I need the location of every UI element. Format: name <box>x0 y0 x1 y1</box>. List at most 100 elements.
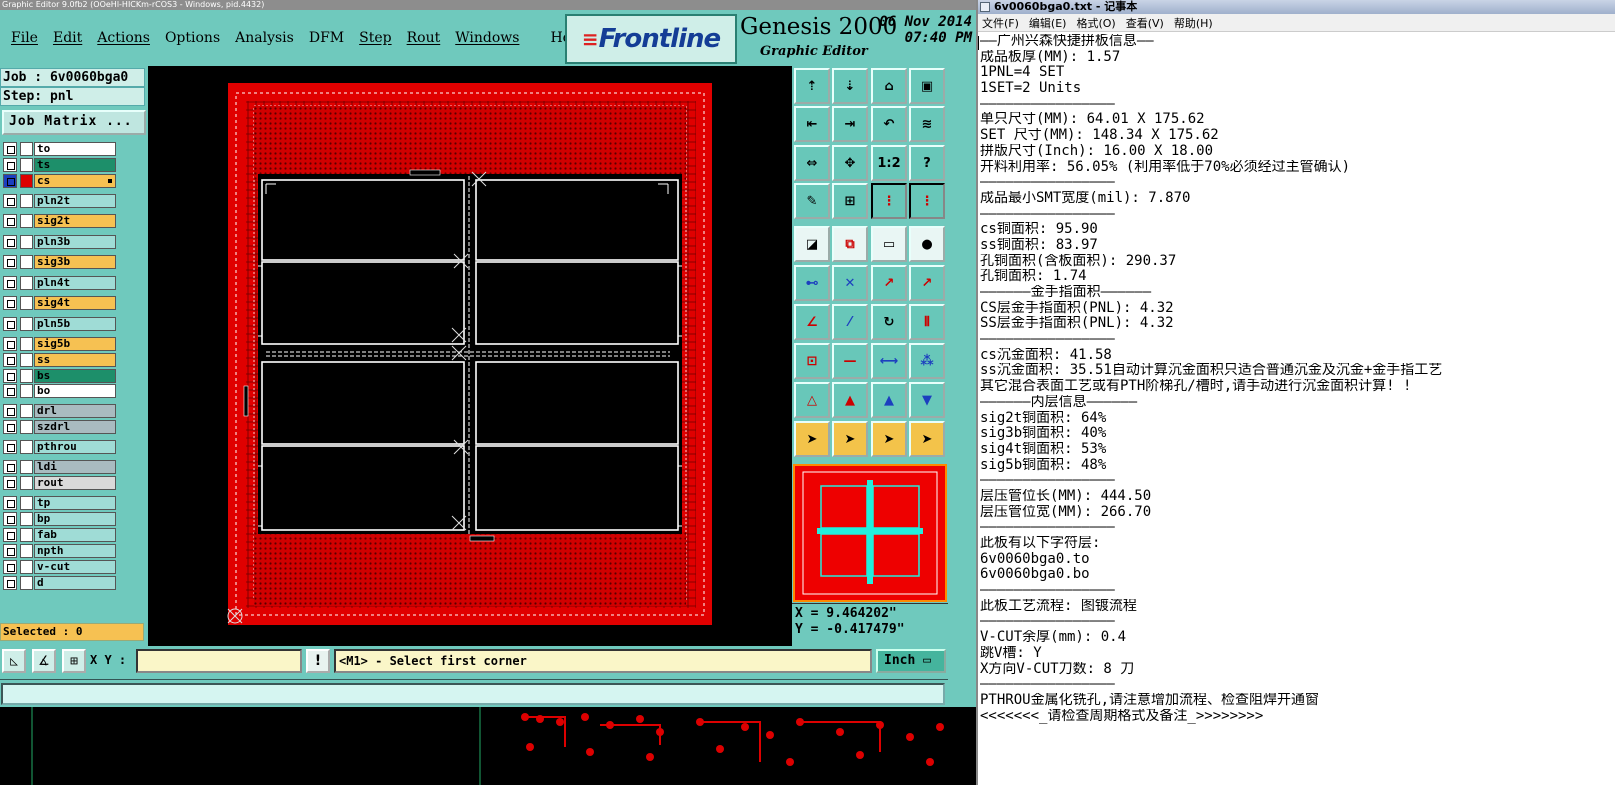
layer-name[interactable]: sig5b <box>34 337 116 351</box>
layer-checkbox[interactable] <box>3 174 17 188</box>
layer-row[interactable]: cs <box>0 173 118 189</box>
layer-checkbox[interactable] <box>3 512 17 526</box>
traffic-light-icon[interactable]: ⋮ <box>871 183 907 219</box>
layer-row[interactable]: to <box>0 141 118 157</box>
layer-affect-toggle[interactable] <box>20 420 33 434</box>
layer-checkbox[interactable] <box>3 404 17 418</box>
layer-checkbox[interactable] <box>3 576 17 590</box>
layer-name[interactable]: d <box>34 576 116 590</box>
layer-affect-toggle[interactable] <box>20 214 33 228</box>
layer-name[interactable]: sig4t <box>34 296 116 310</box>
layer-affect-toggle[interactable] <box>20 174 33 188</box>
layer-checkbox[interactable] <box>3 544 17 558</box>
layer-row[interactable]: tp <box>0 495 118 511</box>
layer-checkbox[interactable] <box>3 158 17 172</box>
delete-icon[interactable]: ✕ <box>832 265 868 301</box>
layer-affect-toggle[interactable] <box>20 255 33 269</box>
layer-name[interactable]: sig3b <box>34 255 116 269</box>
layer-affect-toggle[interactable] <box>20 142 33 156</box>
layer-affect-toggle[interactable] <box>20 476 33 490</box>
layer-checkbox[interactable] <box>3 528 17 542</box>
menu-dfm[interactable]: DFM <box>309 30 344 46</box>
layer-checkbox[interactable] <box>3 214 17 228</box>
layer-row[interactable]: pthrou <box>0 439 118 455</box>
traffic-light-alt-icon[interactable]: ⋮ <box>909 183 945 219</box>
layer-affect-toggle[interactable] <box>20 337 33 351</box>
layer-affect-toggle[interactable] <box>20 296 33 310</box>
np-menu-format[interactable]: 格式(O) <box>1076 15 1115 31</box>
layer-checkbox[interactable] <box>3 369 17 383</box>
layer-name[interactable]: pln4t <box>34 276 116 290</box>
layer-checkbox[interactable] <box>3 194 17 208</box>
menu-options[interactable]: Options <box>165 30 220 46</box>
layer-row[interactable]: sig5b <box>0 336 118 352</box>
distance-icon[interactable]: ⟷ <box>871 343 907 379</box>
layer-affect-toggle[interactable] <box>20 317 33 331</box>
layer-affect-toggle[interactable] <box>20 528 33 542</box>
mirror-icon[interactable]: ⫴ <box>909 304 945 340</box>
layer-row[interactable]: bo <box>0 383 118 399</box>
layer-name[interactable]: ldi <box>34 460 116 474</box>
menu-analysis[interactable]: Analysis <box>235 30 294 46</box>
np-menu-file[interactable]: 文件(F) <box>982 15 1019 31</box>
select-icon[interactable]: ◪ <box>794 226 830 262</box>
copy-icon[interactable]: ↗ <box>909 265 945 301</box>
layer-affect-toggle[interactable] <box>20 276 33 290</box>
layer-name[interactable]: drl <box>34 404 116 418</box>
layer-row[interactable]: szdrl <box>0 419 118 435</box>
menu-file[interactable]: File <box>11 30 38 46</box>
layer-affect-toggle[interactable] <box>20 512 33 526</box>
layer-checkbox[interactable] <box>3 420 17 434</box>
np-menu-help[interactable]: 帮助(H) <box>1174 15 1213 31</box>
menu-edit[interactable]: Edit <box>53 30 82 46</box>
menu-windows[interactable]: Windows <box>455 30 519 46</box>
layer-name[interactable]: ts <box>34 158 116 172</box>
layer-name[interactable]: pln3b <box>34 235 116 249</box>
layer-row[interactable]: rout <box>0 475 118 491</box>
warning-icon[interactable]: ! <box>306 649 330 673</box>
pointer-circle-icon[interactable]: ➤ <box>871 421 907 457</box>
layer-row[interactable]: d <box>0 575 118 591</box>
home-icon[interactable]: ⌂ <box>871 68 907 104</box>
layer-affect-toggle[interactable] <box>20 194 33 208</box>
layer-name[interactable]: bs <box>34 369 116 383</box>
layer-name[interactable]: to <box>34 142 116 156</box>
layer-checkbox[interactable] <box>3 476 17 490</box>
layer-row[interactable]: fab <box>0 527 118 543</box>
layer-row[interactable]: pln4t <box>0 275 118 291</box>
layer-row[interactable]: pln2t <box>0 193 118 209</box>
layer-name[interactable]: v-cut <box>34 560 116 574</box>
move-icon[interactable]: ↗ <box>871 265 907 301</box>
layer-row[interactable]: pln5b <box>0 316 118 332</box>
layer-affect-toggle[interactable] <box>20 235 33 249</box>
pan-left-icon[interactable]: ⇤ <box>794 106 830 142</box>
layer-checkbox[interactable] <box>3 276 17 290</box>
layer-name[interactable]: rout <box>34 476 116 490</box>
layer-affect-toggle[interactable] <box>20 496 33 510</box>
graphic-canvas[interactable] <box>148 66 792 646</box>
layer-affect-toggle[interactable] <box>20 369 33 383</box>
layer-affect-toggle[interactable] <box>20 404 33 418</box>
layer-checkbox[interactable] <box>3 142 17 156</box>
layer-checkbox[interactable] <box>3 460 17 474</box>
layer-name[interactable]: ss <box>34 353 116 367</box>
units-dropdown[interactable]: Inch ▭ <box>876 649 946 673</box>
layer-checkbox[interactable] <box>3 255 17 269</box>
np-menu-edit[interactable]: 编辑(E) <box>1029 15 1067 31</box>
layer-name[interactable]: pln5b <box>34 317 116 331</box>
notepad-text-area[interactable]: ——广州兴森快捷拼板信息—— 成品板厚(MM): 1.57 1PNL=4 SET 1S… <box>980 34 1615 785</box>
triangle-down-icon[interactable]: ▼ <box>909 382 945 418</box>
layer-checkbox[interactable] <box>3 560 17 574</box>
hline-icon[interactable]: — <box>832 343 868 379</box>
rotate-icon[interactable]: ↻ <box>871 304 907 340</box>
triangle-blue-icon[interactable]: ▲ <box>871 382 907 418</box>
layer-name[interactable]: bo <box>34 384 116 398</box>
help-icon[interactable]: ? <box>909 145 945 181</box>
pan-right-icon[interactable]: ⇥ <box>832 106 868 142</box>
layer-row[interactable]: v-cut <box>0 559 118 575</box>
pointer-box-icon[interactable]: ➤ <box>832 421 868 457</box>
angle-mode-icon[interactable]: ∡ <box>32 649 56 673</box>
layer-row[interactable]: npth <box>0 543 118 559</box>
layer-affect-toggle[interactable] <box>20 560 33 574</box>
overview-map[interactable] <box>793 464 947 602</box>
